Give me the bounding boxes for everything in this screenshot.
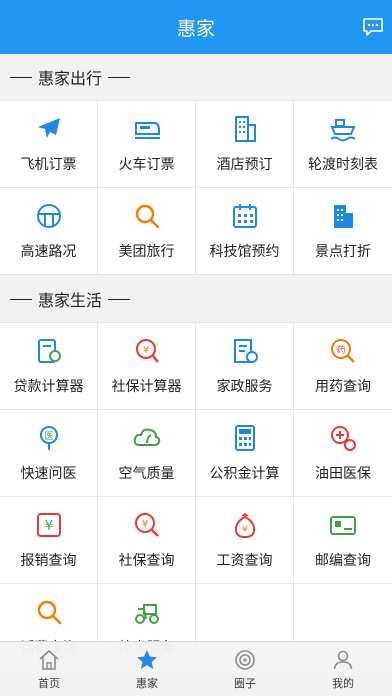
- grid-item-label: 公积金计算: [209, 466, 280, 482]
- svg-text:医: 医: [44, 431, 53, 442]
- grid-item-ferry-schedule[interactable]: 轮渡时刻表: [294, 101, 392, 188]
- grid-item-housekeeping[interactable]: 家政服务: [196, 323, 294, 410]
- highway-icon: [36, 204, 61, 228]
- grid-item-label: 社保计算器: [111, 379, 182, 395]
- air-quality-icon: [133, 428, 160, 446]
- grid-item-reimbursement-search[interactable]: ¥ 报销查询: [0, 497, 98, 584]
- svg-text:¥: ¥: [242, 525, 248, 535]
- grid-item-postcode-search[interactable]: 邮编查询: [294, 497, 392, 584]
- housekeeping-icon: [233, 339, 258, 363]
- grid-item-quick-doctor[interactable]: 医 快速问医: [0, 410, 98, 497]
- airplane-icon: [37, 118, 60, 138]
- grid-item-social-security-search[interactable]: ¥ 社保查询: [98, 497, 196, 584]
- delivery-icon: [134, 604, 159, 624]
- grid-item-loan-calculator[interactable]: 贷款计算器: [0, 323, 98, 410]
- medical-insurance-icon: [331, 426, 356, 451]
- grid-item-label: 用药查询: [315, 379, 371, 395]
- svg-text:药: 药: [336, 345, 345, 356]
- section-title-travel: 惠家出行: [0, 54, 392, 100]
- grid-item-air-quality[interactable]: 空气质量: [98, 410, 196, 497]
- tab-circle[interactable]: 圈子: [196, 642, 294, 696]
- home-icon: [39, 649, 59, 670]
- tab-home[interactable]: 首页: [0, 642, 98, 696]
- medicine-search-icon: 药: [331, 339, 355, 363]
- grid-item-label: 轮渡时刻表: [308, 157, 378, 173]
- social-security-calc-icon: ¥: [135, 339, 159, 363]
- tab-label: 惠家: [136, 677, 158, 690]
- grid-item-flight-booking[interactable]: 飞机订票: [0, 101, 98, 188]
- grid-item-label: 高速路况: [20, 244, 77, 260]
- bottom-tab-bar: 首页 惠家 圈子 我的: [0, 641, 392, 696]
- grid-item-hotel-booking[interactable]: 酒店预订: [196, 101, 294, 188]
- salary-icon: ¥: [234, 513, 255, 539]
- grid-item-label: 空气质量: [118, 466, 175, 482]
- grid-item-label: 社保查询: [118, 553, 175, 569]
- star-icon: [137, 650, 157, 669]
- svg-text:¥: ¥: [142, 345, 148, 356]
- grid-item-train-booking[interactable]: 火车订票: [98, 101, 196, 188]
- tab-label: 圈子: [234, 677, 256, 690]
- grid-item-medicine-search[interactable]: 药 用药查询: [294, 323, 392, 410]
- grid-item-label: 景点打折: [315, 244, 371, 260]
- grid-item-label: 快速问医: [20, 466, 77, 482]
- grid-item-housing-fund-calculator[interactable]: 公积金计算: [196, 410, 294, 497]
- loan-calculator-icon: [37, 339, 61, 363]
- section-title-life: 惠家生活: [0, 276, 392, 322]
- circle-icon: [235, 650, 255, 670]
- profile-icon: [333, 650, 353, 670]
- grid-item-label: 美团旅行: [118, 244, 175, 260]
- top-app-bar: 惠家: [0, 0, 392, 54]
- grid-item-science-museum[interactable]: 科技馆预约: [196, 188, 294, 275]
- phone-bill-search-icon: [37, 600, 61, 625]
- building-icon: [334, 205, 353, 228]
- grid-item-salary-search[interactable]: ¥ 工资查询: [196, 497, 294, 584]
- grid-item-label: 贷款计算器: [13, 379, 84, 395]
- chat-bubble-icon[interactable]: [362, 17, 384, 37]
- grid-item-label: 工资查询: [216, 553, 273, 569]
- grid-item-meituan-travel[interactable]: 美团旅行: [98, 188, 196, 275]
- calendar-icon: [232, 204, 257, 228]
- life-grid: 贷款计算器 ¥ 社保计算器 家政服务 药 用药查询 医 快速问医 空气质量 公积…: [0, 322, 392, 671]
- calculator-icon: [234, 425, 255, 451]
- postcode-icon: [330, 516, 356, 535]
- grid-item-label: 科技馆预约: [209, 244, 280, 260]
- grid-item-label: 邮编查询: [315, 553, 371, 569]
- svg-text:¥: ¥: [44, 519, 52, 534]
- grid-item-oilfield-medical-insurance[interactable]: 油田医保: [294, 410, 392, 497]
- grid-item-label: 油田医保: [315, 466, 371, 482]
- grid-item-label: 家政服务: [216, 379, 273, 395]
- reimbursement-icon: ¥: [36, 513, 61, 537]
- tab-huijia[interactable]: 惠家: [98, 642, 196, 696]
- grid-item-social-security-calculator[interactable]: ¥ 社保计算器: [98, 323, 196, 410]
- page-title: 惠家: [176, 18, 215, 40]
- grid-item-highway-traffic[interactable]: 高速路况: [0, 188, 98, 275]
- hotel-icon: [234, 116, 256, 142]
- social-security-search-icon: ¥: [134, 513, 159, 537]
- svg-text:¥: ¥: [141, 519, 147, 530]
- tab-label: 首页: [38, 677, 60, 690]
- grid-item-label: 飞机订票: [20, 157, 77, 173]
- search-icon: [135, 204, 159, 229]
- train-icon: [134, 122, 160, 139]
- travel-grid: 飞机订票 火车订票 酒店预订 轮渡时刻表 高速路况 美团旅行 科技馆预约 景点打…: [0, 100, 392, 275]
- grid-item-label: 酒店预订: [216, 157, 273, 173]
- ferry-icon: [330, 119, 356, 142]
- tab-mine[interactable]: 我的: [294, 642, 392, 696]
- grid-item-label: 火车订票: [118, 157, 175, 173]
- grid-item-label: 报销查询: [20, 553, 77, 569]
- doctor-icon: 医: [39, 426, 58, 450]
- grid-item-scenic-discount[interactable]: 景点打折: [294, 188, 392, 275]
- tab-label: 我的: [332, 677, 354, 690]
